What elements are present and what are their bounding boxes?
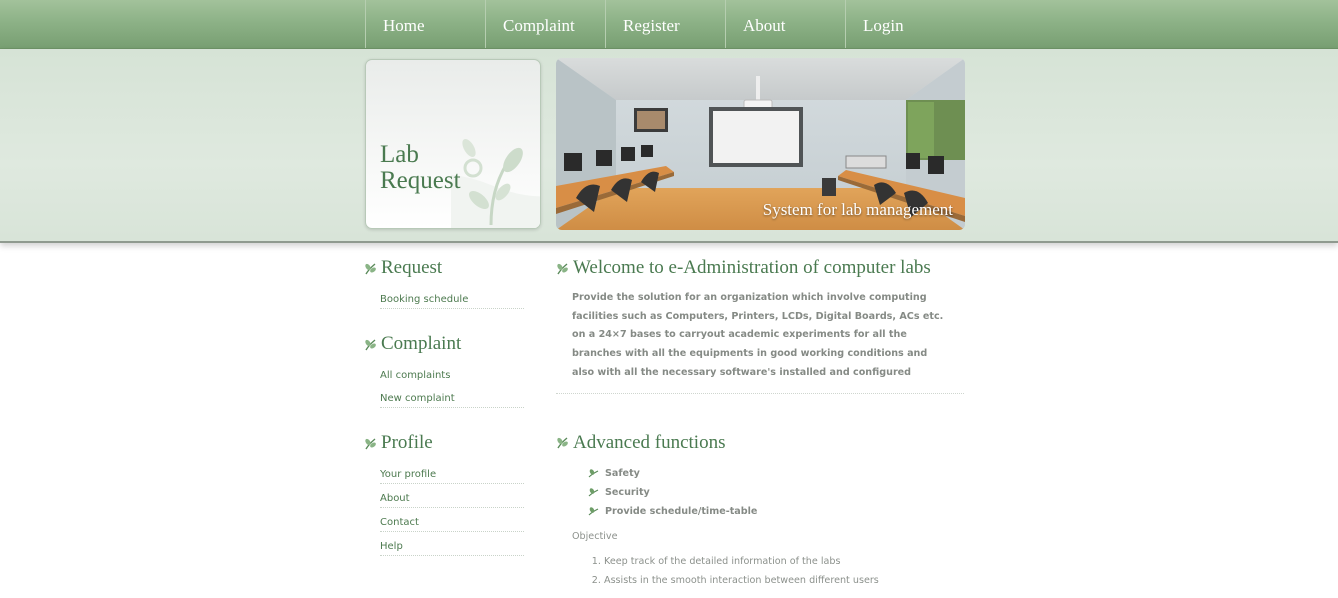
- feature-label: Safety: [605, 467, 640, 479]
- sidebar-heading-request: Request: [364, 255, 524, 281]
- sidebar-heading-label: Complaint: [381, 333, 462, 354]
- feature-label: Provide schedule/time-table: [605, 505, 758, 517]
- leaf-bullet-icon: [588, 487, 599, 496]
- list-item: Security: [588, 483, 964, 502]
- sidebar-heading-label: Request: [381, 257, 443, 278]
- banner-caption: System for lab management: [762, 200, 953, 219]
- sidebar-heading-profile: Profile: [364, 430, 524, 456]
- leaf-icon: [365, 437, 376, 449]
- logo-line-1: Lab: [380, 141, 419, 168]
- sidebar-item-your-profile[interactable]: Your profile: [380, 460, 524, 484]
- leaf-icon: [365, 262, 376, 274]
- sidebar-item-contact[interactable]: Contact: [380, 508, 524, 532]
- sidebar-item-help[interactable]: Help: [380, 532, 524, 556]
- list-item: Assists in the smooth interaction betwee…: [604, 571, 964, 590]
- leaf-icon: [365, 338, 376, 350]
- welcome-heading: Welcome to e-Administration of computer …: [556, 255, 964, 281]
- leaf-bullet-icon: [588, 468, 599, 477]
- feature-label: Security: [605, 486, 650, 498]
- sidebar-item-all-complaints[interactable]: All complaints: [380, 361, 524, 384]
- intro-paragraph: Provide the solution for an organization…: [572, 292, 944, 378]
- leaf-icon: [557, 262, 568, 274]
- section-divider: [556, 392, 964, 394]
- nav-about[interactable]: About: [725, 0, 845, 48]
- plant-sprig-icon: [451, 138, 540, 228]
- objective-label: Objective: [572, 530, 618, 542]
- lab-banner-image: System for lab management: [556, 58, 965, 230]
- list-item: Provide schedule/time-table: [588, 502, 964, 521]
- nav-register[interactable]: Register: [605, 0, 725, 48]
- sidebar-list: Booking schedule: [380, 285, 524, 309]
- sidebar-section-profile: Profile Your profile About Contact Help: [364, 430, 524, 556]
- nav-login[interactable]: Login: [845, 0, 965, 48]
- list-item: Safety: [588, 464, 964, 483]
- nav-complaint[interactable]: Complaint: [485, 0, 605, 48]
- feature-list: Safety Security Provide schedule/time-ta…: [588, 464, 964, 521]
- logo-line-2: Request: [380, 167, 461, 194]
- sidebar-item-about[interactable]: About: [380, 484, 524, 508]
- main-nav: Home Complaint Register About Login: [365, 0, 965, 48]
- sidebar-heading-complaint: Complaint: [364, 331, 524, 357]
- sidebar-section-request: Request Booking schedule: [364, 255, 524, 309]
- site-logo[interactable]: Lab Request: [365, 59, 541, 229]
- sidebar-item-new-complaint[interactable]: New complaint: [380, 384, 524, 408]
- sidebar-list: Your profile About Contact Help: [380, 460, 524, 556]
- leaf-icon: [557, 437, 568, 449]
- logo-title: Lab Request: [380, 142, 461, 194]
- nav-home[interactable]: Home: [365, 0, 485, 48]
- welcome-title: Welcome to e-Administration of computer …: [573, 257, 931, 278]
- leaf-bullet-icon: [588, 506, 599, 515]
- advanced-functions-heading: Advanced functions: [556, 430, 964, 456]
- sidebar-item-booking-schedule[interactable]: Booking schedule: [380, 285, 524, 309]
- sidebar-list: All complaints New complaint: [380, 361, 524, 408]
- sidebar-heading-label: Profile: [381, 432, 433, 453]
- advanced-functions-title: Advanced functions: [573, 431, 726, 453]
- objectives-list: Keep track of the detailed information o…: [556, 552, 964, 590]
- list-item: Keep track of the detailed information o…: [604, 552, 964, 571]
- sidebar-section-complaint: Complaint All complaints New complaint: [364, 331, 524, 408]
- sidebar: Request Booking schedule Complaint All c…: [364, 255, 524, 556]
- main-content: Welcome to e-Administration of computer …: [556, 255, 964, 590]
